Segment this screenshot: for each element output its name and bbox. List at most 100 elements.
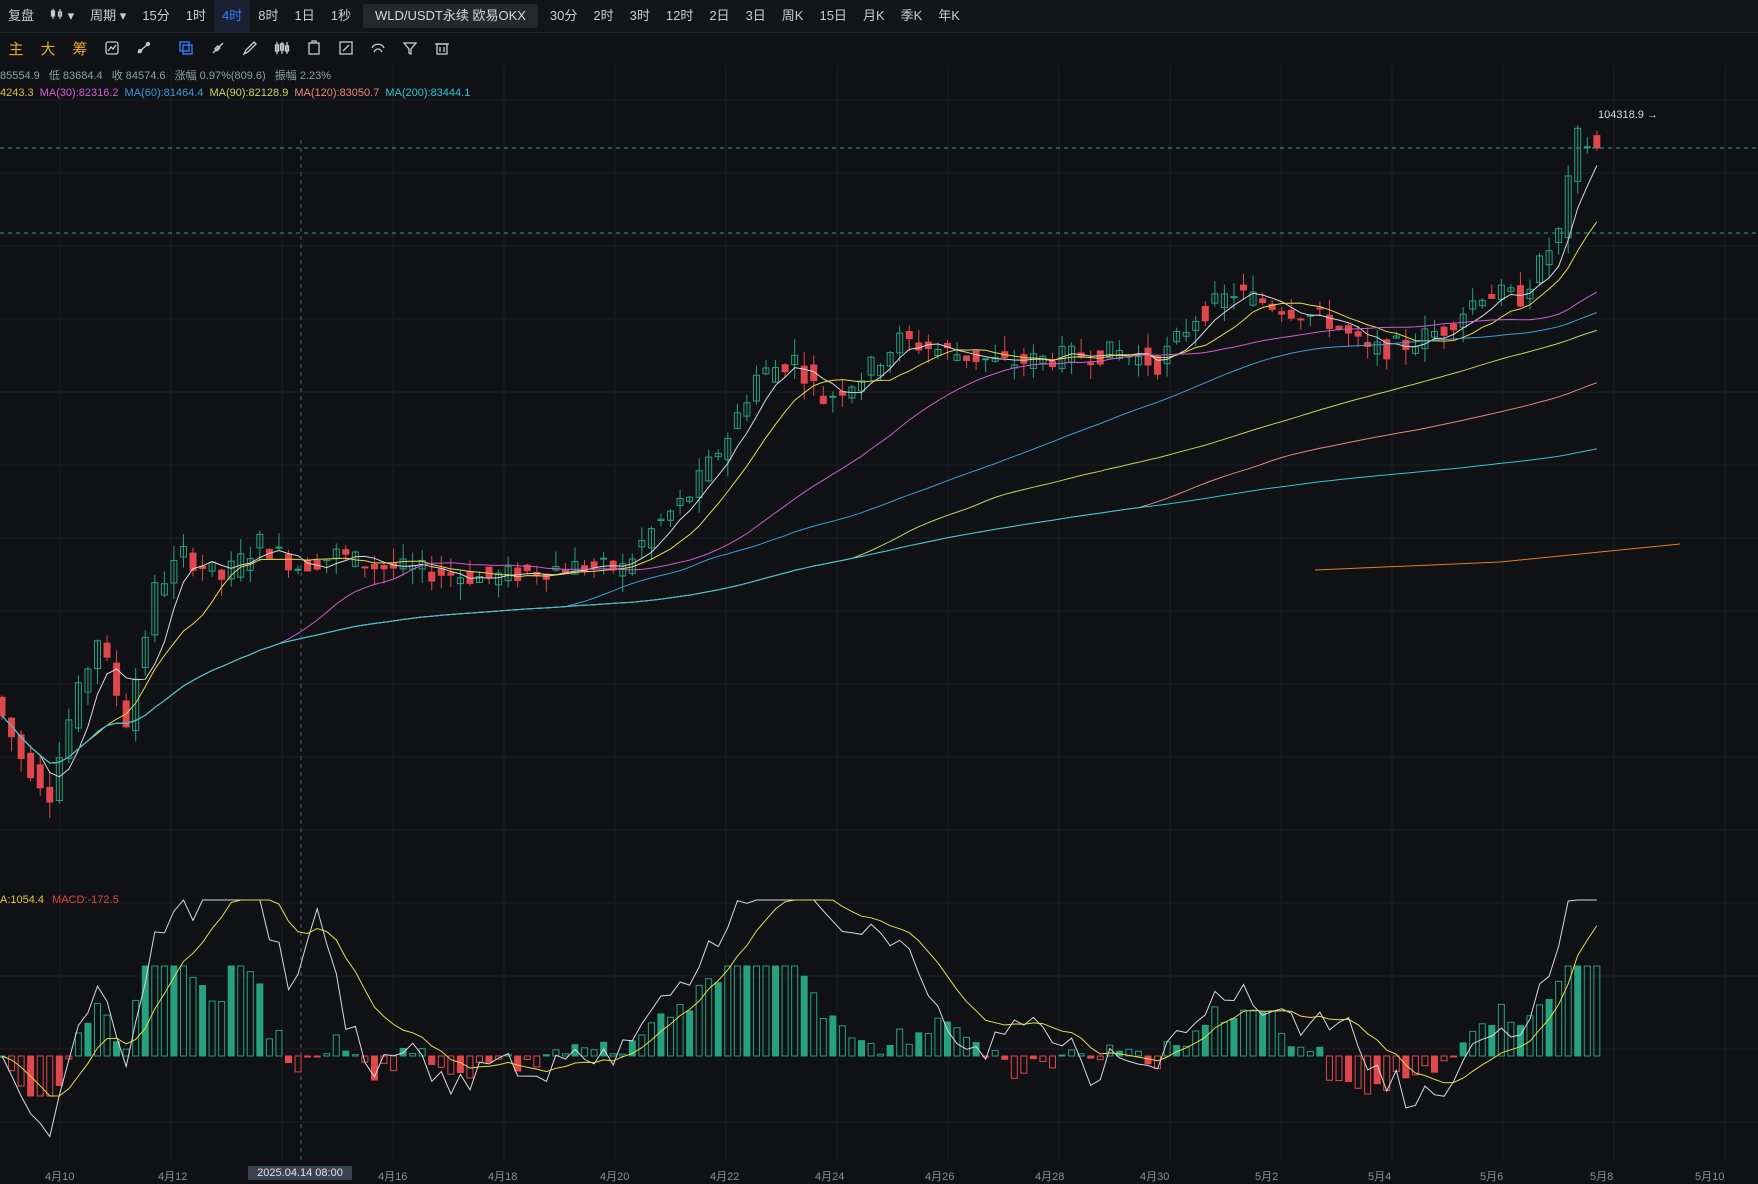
macd-bar xyxy=(256,983,264,1057)
period-8[interactable]: 月K xyxy=(855,0,893,32)
eye-icon[interactable] xyxy=(362,33,394,63)
macd-bar xyxy=(867,1042,875,1057)
copy-icon[interactable] xyxy=(298,33,330,63)
macd-bar xyxy=(1516,1025,1524,1057)
macd-bar xyxy=(265,1038,273,1057)
price-chart[interactable]: 104318.9 → xyxy=(0,0,1758,1178)
candle-body xyxy=(982,358,990,361)
candle-body xyxy=(1287,309,1295,319)
macd-bar xyxy=(800,975,808,1057)
macd-bar xyxy=(1039,1055,1047,1062)
filter-icon[interactable] xyxy=(394,33,426,63)
period-0[interactable]: 30分 xyxy=(542,0,585,32)
candle-type-icon xyxy=(50,9,63,19)
candle-body xyxy=(963,355,971,361)
period-10[interactable]: 年K xyxy=(930,0,968,32)
period-dropdown[interactable]: 周期 ▾ xyxy=(82,0,134,32)
candle-body xyxy=(1383,339,1391,360)
symbol-tooltip: WLD/USDT永续 欧易OKX xyxy=(362,4,538,28)
macd-bar xyxy=(1278,1032,1286,1057)
large-order-button[interactable]: 大 xyxy=(32,38,64,59)
ma-legend: 4243.3 MA(30):82316.2 MA(60):81464.4 MA(90)… xyxy=(0,87,476,99)
period-3[interactable]: 12时 xyxy=(658,0,701,32)
candle-body xyxy=(561,569,569,573)
macd-bar xyxy=(304,1055,312,1058)
candle-body xyxy=(829,395,837,398)
period-1d[interactable]: 1日 xyxy=(286,0,322,32)
candle-body xyxy=(113,662,121,696)
candle-body xyxy=(218,569,226,580)
macd-bar xyxy=(1431,1055,1438,1073)
macd-bar xyxy=(1230,1017,1238,1057)
macd-bar xyxy=(1259,1011,1267,1057)
candle-body xyxy=(1240,284,1247,291)
macd-bar xyxy=(991,1049,999,1057)
macd-bar xyxy=(676,1003,684,1057)
macd-bar xyxy=(199,985,207,1057)
candle-body xyxy=(428,571,436,582)
macd-bar xyxy=(1574,965,1582,1057)
macd-bar xyxy=(218,1001,226,1057)
chip-button[interactable]: 筹 xyxy=(64,38,96,59)
x-axis-label: 5月10 xyxy=(1695,1171,1725,1183)
chart-type-button[interactable]: ▾ xyxy=(42,0,82,32)
period-1[interactable]: 2时 xyxy=(585,0,621,32)
candle-body xyxy=(485,566,493,579)
select-icon[interactable] xyxy=(170,33,202,63)
period-2[interactable]: 3时 xyxy=(622,0,658,32)
candle-body xyxy=(1259,298,1267,303)
indicator-icon[interactable] xyxy=(96,33,128,63)
candle-body xyxy=(8,717,16,738)
main-indicator-button[interactable]: 主 xyxy=(0,38,32,59)
x-axis-label: 4月24 xyxy=(815,1171,845,1183)
macd-bar xyxy=(151,965,159,1057)
macd-legend: A:1054.4 MACD:-172.5 xyxy=(0,894,127,906)
period-15m[interactable]: 15分 xyxy=(134,0,177,32)
macd-bar xyxy=(590,1049,598,1057)
period-8h[interactable]: 8时 xyxy=(250,0,286,32)
period-9[interactable]: 季K xyxy=(893,0,931,32)
x-axis-label: 4月26 xyxy=(925,1171,955,1183)
macd-bar xyxy=(1421,1055,1429,1067)
macd-bar xyxy=(1306,1051,1314,1057)
macd-bar xyxy=(1096,1055,1104,1061)
period-4h[interactable]: 4时 xyxy=(214,0,251,32)
replay-button[interactable]: 复盘 xyxy=(0,0,42,32)
macd-bar xyxy=(36,1055,44,1097)
macd-bar xyxy=(1354,1055,1362,1089)
period-7[interactable]: 15日 xyxy=(811,0,854,32)
macd-bar xyxy=(810,992,818,1057)
candle-body xyxy=(370,563,378,570)
x-axis-label: 4月22 xyxy=(710,1171,740,1183)
period-6[interactable]: 周K xyxy=(774,0,812,32)
macd-bar xyxy=(781,965,789,1057)
candle-body xyxy=(1201,305,1209,322)
period-5[interactable]: 3日 xyxy=(738,0,774,32)
macd-bar xyxy=(1450,1055,1458,1058)
x-axis-label: 5月4 xyxy=(1368,1171,1392,1183)
macd-bar xyxy=(1345,1055,1353,1082)
period-1s[interactable]: 1秒 xyxy=(323,0,359,32)
pencil-icon[interactable] xyxy=(234,33,266,63)
candle-body xyxy=(285,553,292,571)
macd-legend-item: MACD:-172.5 xyxy=(52,894,119,906)
candle-body xyxy=(1488,293,1496,299)
edit-icon[interactable] xyxy=(330,33,362,63)
period-4[interactable]: 2日 xyxy=(701,0,737,32)
trash-icon[interactable] xyxy=(426,33,458,63)
measure-icon[interactable] xyxy=(266,33,298,63)
candle-body xyxy=(915,342,923,351)
line-icon[interactable] xyxy=(202,33,234,63)
ma-long-line xyxy=(1314,543,1681,571)
period-1h[interactable]: 1时 xyxy=(178,0,214,32)
candle-body xyxy=(380,565,388,570)
amplitude-value: 振幅 2.23% xyxy=(274,70,332,82)
macd-bar xyxy=(905,1043,913,1057)
macd-bar xyxy=(571,1044,579,1057)
draw-icon[interactable] xyxy=(128,33,160,63)
macd-bar xyxy=(1411,1055,1419,1076)
macd-bar xyxy=(1364,1055,1372,1095)
macd-bar xyxy=(170,965,178,1057)
x-axis-label: 4月30 xyxy=(1140,1171,1170,1183)
macd-bar xyxy=(1325,1055,1333,1081)
